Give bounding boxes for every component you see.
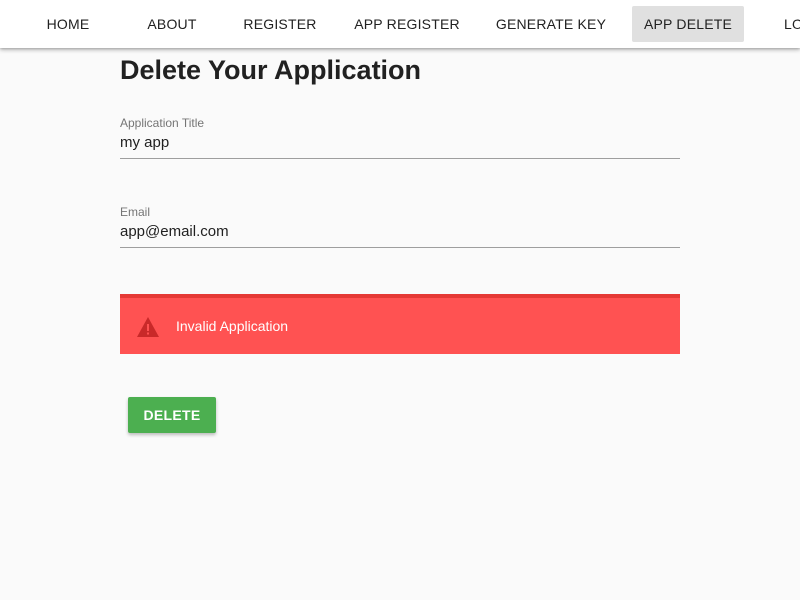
page-title: Delete Your Application	[120, 55, 422, 85]
nav-item-generate-key[interactable]: GENERATE KEY	[486, 6, 616, 42]
alert-message: Invalid Application	[176, 318, 289, 334]
email-field: Email	[120, 205, 680, 248]
email-input[interactable]	[120, 219, 680, 248]
nav-item-about[interactable]: ABOUT	[133, 6, 211, 42]
application-title-input[interactable]	[120, 130, 680, 159]
nav-item-app-register[interactable]: APP REGISTER	[344, 6, 470, 42]
top-navigation: HOME ABOUT REGISTER APP REGISTER GENERAT…	[0, 0, 800, 48]
application-title-label: Application Title	[120, 116, 205, 130]
warning-icon	[136, 316, 160, 338]
application-title-field: Application Title	[120, 116, 680, 159]
nav-item-home[interactable]: HOME	[32, 6, 104, 42]
delete-button[interactable]: DELETE	[128, 397, 216, 433]
nav-item-register[interactable]: REGISTER	[232, 6, 328, 42]
email-label: Email	[120, 205, 151, 219]
nav-item-app-delete[interactable]: APP DELETE	[632, 6, 744, 42]
error-alert: Invalid Application	[120, 294, 680, 354]
nav-item-login[interactable]: LO	[768, 6, 800, 42]
